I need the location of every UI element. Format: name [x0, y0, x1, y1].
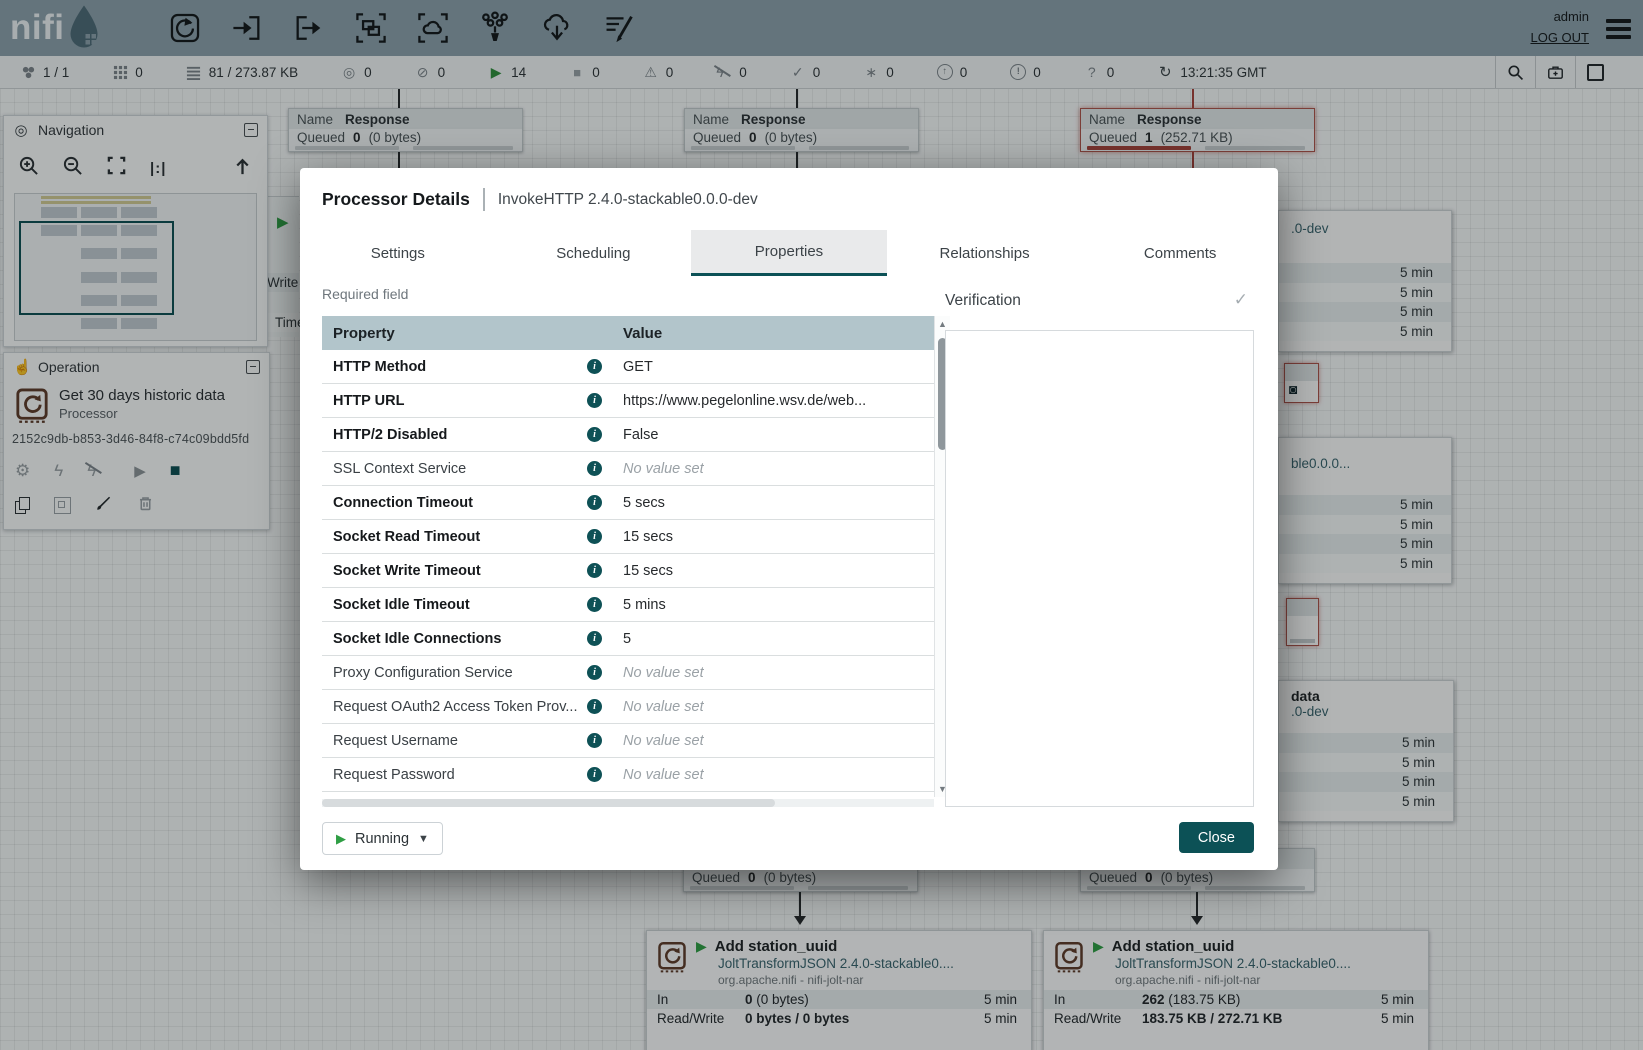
- info-icon[interactable]: i: [587, 461, 602, 476]
- info-icon[interactable]: i: [587, 733, 602, 748]
- property-row[interactable]: Request OAuth2 Access Token Prov...iNo v…: [322, 690, 934, 724]
- info-icon[interactable]: i: [587, 393, 602, 408]
- tab-settings[interactable]: Settings: [300, 230, 496, 276]
- close-button[interactable]: Close: [1179, 822, 1254, 853]
- property-row[interactable]: HTTP MethodiGET: [322, 350, 934, 384]
- info-icon[interactable]: i: [587, 359, 602, 374]
- info-icon[interactable]: i: [587, 563, 602, 578]
- scroll-up-icon[interactable]: ▲: [935, 319, 950, 329]
- title-divider: [483, 188, 485, 211]
- table-header: Property Value: [322, 316, 934, 350]
- hscrollbar-thumb[interactable]: [322, 799, 775, 807]
- dialog-tabs: Settings Scheduling Properties Relations…: [300, 230, 1278, 276]
- property-row[interactable]: HTTP URLihttps://www.pegelonline.wsv.de/…: [322, 384, 934, 418]
- info-icon[interactable]: i: [587, 529, 602, 544]
- running-play-icon: ▶: [336, 831, 346, 847]
- property-row[interactable]: Connection Timeouti5 secs: [322, 486, 934, 520]
- tab-comments[interactable]: Comments: [1082, 230, 1278, 276]
- processor-details-dialog: Processor Details InvokeHTTP 2.4.0-stack…: [300, 168, 1278, 870]
- info-icon[interactable]: i: [587, 631, 602, 646]
- dialog-subtitle: InvokeHTTP 2.4.0-stackable0.0.0-dev: [498, 191, 758, 209]
- info-icon[interactable]: i: [587, 495, 602, 510]
- info-icon[interactable]: i: [587, 427, 602, 442]
- verification-heading: Verification: [945, 292, 1021, 310]
- info-icon[interactable]: i: [587, 665, 602, 680]
- info-icon[interactable]: i: [587, 597, 602, 612]
- nifi-app: nifi admin LOG OUT 1 / 1 0 8: [0, 0, 1643, 1050]
- properties-table: Property Value HTTP MethodiGET HTTP URLi…: [322, 316, 934, 797]
- info-icon[interactable]: i: [587, 699, 602, 714]
- property-row[interactable]: Socket Write Timeouti15 secs: [322, 554, 934, 588]
- column-property: Property: [322, 325, 623, 342]
- required-field-note: Required field: [322, 286, 408, 302]
- tab-scheduling[interactable]: Scheduling: [496, 230, 692, 276]
- property-row[interactable]: Proxy Configuration ServiceiNo value set: [322, 656, 934, 690]
- property-row[interactable]: Request UsernameiNo value set: [322, 724, 934, 758]
- tab-properties[interactable]: Properties: [691, 230, 887, 276]
- property-row[interactable]: Socket Idle Timeouti5 mins: [322, 588, 934, 622]
- column-value: Value: [623, 325, 662, 342]
- property-row[interactable]: SSL Context ServiceiNo value set: [322, 452, 934, 486]
- chevron-down-icon: ▼: [418, 833, 429, 845]
- verification-results: [945, 330, 1254, 807]
- run-state-button[interactable]: ▶ Running ▼: [322, 822, 443, 855]
- property-row[interactable]: Socket Read Timeouti15 secs: [322, 520, 934, 554]
- tab-relationships[interactable]: Relationships: [887, 230, 1083, 276]
- table-hscrollbar[interactable]: [322, 799, 934, 807]
- property-row[interactable]: Socket Idle Connectionsi5: [322, 622, 934, 656]
- verification-check-icon[interactable]: ✓: [1234, 290, 1248, 310]
- dialog-title: Processor Details: [322, 189, 470, 210]
- property-row[interactable]: HTTP/2 DisablediFalse: [322, 418, 934, 452]
- info-icon[interactable]: i: [587, 767, 602, 782]
- property-row[interactable]: Request PasswordiNo value set: [322, 758, 934, 792]
